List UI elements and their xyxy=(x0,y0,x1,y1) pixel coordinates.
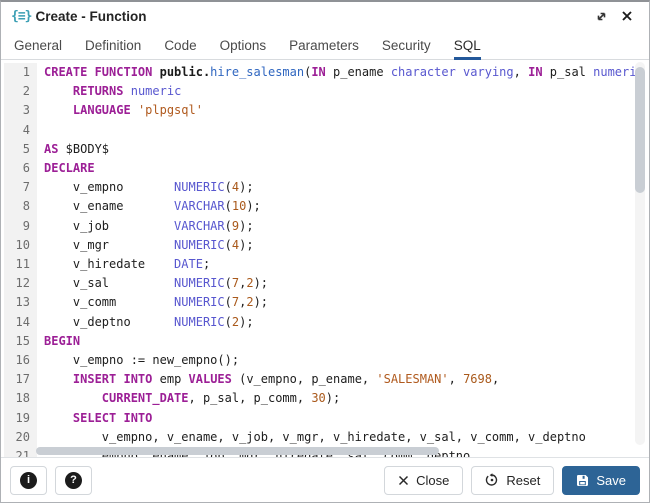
tab-definition[interactable]: Definition xyxy=(85,30,141,60)
code-line: 13 v_comm NUMERIC(7,2); xyxy=(1,293,649,312)
code-line: 18 CURRENT_DATE, p_sal, p_comm, 30); xyxy=(1,389,649,408)
line-number: 14 xyxy=(4,313,37,332)
vertical-scrollbar-thumb[interactable] xyxy=(635,67,645,193)
line-number: 5 xyxy=(4,140,37,159)
line-number: 19 xyxy=(4,409,37,428)
line-number: 16 xyxy=(4,351,37,370)
code-text: v_deptno NUMERIC(2); xyxy=(37,313,254,332)
code-line: 14 v_deptno NUMERIC(2); xyxy=(1,313,649,332)
line-number: 7 xyxy=(4,178,37,197)
code-lines: 1CREATE FUNCTION public.hire_salesman(IN… xyxy=(1,60,649,457)
code-line: 11 v_hiredate DATE; xyxy=(1,255,649,274)
code-line: 8 v_ename VARCHAR(10); xyxy=(1,197,649,216)
code-line: 16 v_empno := new_empno(); xyxy=(1,351,649,370)
code-text: v_sal NUMERIC(7,2); xyxy=(37,274,268,293)
tab-parameters[interactable]: Parameters xyxy=(289,30,359,60)
tab-security[interactable]: Security xyxy=(382,30,431,60)
line-number: 11 xyxy=(4,255,37,274)
save-button[interactable]: Save xyxy=(562,466,640,495)
line-number: 1 xyxy=(4,63,37,82)
line-number: 4 xyxy=(4,121,37,140)
code-text: CURRENT_DATE, p_sal, p_comm, 30); xyxy=(37,389,340,408)
maximize-icon[interactable] xyxy=(591,6,611,26)
close-button-label: Close xyxy=(416,473,449,488)
code-text: DECLARE xyxy=(37,159,95,178)
code-text: v_mgr NUMERIC(4); xyxy=(37,236,254,255)
close-dialog-icon[interactable] xyxy=(617,6,637,26)
line-number: 17 xyxy=(4,370,37,389)
sql-editor[interactable]: 1CREATE FUNCTION public.hire_salesman(IN… xyxy=(1,60,649,457)
line-number: 12 xyxy=(4,274,37,293)
help-button[interactable]: ? xyxy=(55,466,92,495)
line-number: 21 xyxy=(4,447,37,457)
line-number: 8 xyxy=(4,197,37,216)
reset-button-label: Reset xyxy=(506,473,540,488)
code-text: BEGIN xyxy=(37,332,80,351)
code-text: v_job VARCHAR(9); xyxy=(37,217,254,236)
code-text: v_empno := new_empno(); xyxy=(37,351,239,370)
code-line: 9 v_job VARCHAR(9); xyxy=(1,217,649,236)
line-number: 2 xyxy=(4,82,37,101)
code-line: 4 xyxy=(1,121,649,140)
line-number: 13 xyxy=(4,293,37,312)
function-braces-icon: {≡} xyxy=(11,9,31,24)
code-text: v_comm NUMERIC(7,2); xyxy=(37,293,268,312)
create-function-dialog: {≡} Create - Function General Definition C… xyxy=(0,0,650,503)
code-line: 15BEGIN xyxy=(1,332,649,351)
code-text: RETURNS numeric xyxy=(37,82,181,101)
code-line: 10 v_mgr NUMERIC(4); xyxy=(1,236,649,255)
code-line: 6DECLARE xyxy=(1,159,649,178)
code-line: 19 SELECT INTO xyxy=(1,409,649,428)
code-line: 12 v_sal NUMERIC(7,2); xyxy=(1,274,649,293)
tab-code[interactable]: Code xyxy=(164,30,196,60)
line-number: 15 xyxy=(4,332,37,351)
save-button-label: Save xyxy=(596,473,626,488)
line-number: 20 xyxy=(4,428,37,447)
code-line: 3 LANGUAGE 'plpgsql' xyxy=(1,101,649,120)
reset-icon xyxy=(485,473,499,487)
tab-sql[interactable]: SQL xyxy=(454,30,481,60)
code-text: CREATE FUNCTION public.hire_salesman(IN … xyxy=(37,63,644,82)
code-text: LANGUAGE 'plpgsql' xyxy=(37,101,203,120)
tab-general[interactable]: General xyxy=(14,30,62,60)
code-text xyxy=(37,121,44,140)
help-icon: ? xyxy=(65,472,82,489)
line-number: 6 xyxy=(4,159,37,178)
code-text: v_hiredate DATE; xyxy=(37,255,210,274)
code-line: 2 RETURNS numeric xyxy=(1,82,649,101)
line-number: 10 xyxy=(4,236,37,255)
dialog-header: {≡} Create - Function xyxy=(1,2,649,30)
horizontal-scrollbar-thumb[interactable] xyxy=(36,447,439,455)
dialog-title: Create - Function xyxy=(35,9,146,24)
code-text: v_empno NUMERIC(4); xyxy=(37,178,254,197)
code-line: 7 v_empno NUMERIC(4); xyxy=(1,178,649,197)
code-line: 17 INSERT INTO emp VALUES (v_empno, p_en… xyxy=(1,370,649,389)
line-number: 9 xyxy=(4,217,37,236)
dialog-footer: i ? Close Reset S xyxy=(1,457,649,502)
code-text: v_ename VARCHAR(10); xyxy=(37,197,261,216)
code-text: INSERT INTO emp VALUES (v_empno, p_ename… xyxy=(37,370,499,389)
code-line: 20 v_empno, v_ename, v_job, v_mgr, v_hir… xyxy=(1,428,649,447)
dialog-tabbar: General Definition Code Options Parameters Se… xyxy=(1,30,649,60)
code-line: 1CREATE FUNCTION public.hire_salesman(IN… xyxy=(1,63,649,82)
info-icon: i xyxy=(20,472,37,489)
save-icon xyxy=(576,474,589,487)
line-number: 18 xyxy=(4,389,37,408)
close-button[interactable]: Close xyxy=(384,466,463,495)
code-line: 5AS $BODY$ xyxy=(1,140,649,159)
code-text: AS $BODY$ xyxy=(37,140,109,159)
reset-button[interactable]: Reset xyxy=(471,466,554,495)
line-number: 3 xyxy=(4,101,37,120)
tab-options[interactable]: Options xyxy=(220,30,267,60)
code-text: SELECT INTO xyxy=(37,409,152,428)
info-button[interactable]: i xyxy=(10,466,47,495)
code-text: v_empno, v_ename, v_job, v_mgr, v_hireda… xyxy=(37,428,586,447)
close-x-icon xyxy=(398,475,409,486)
